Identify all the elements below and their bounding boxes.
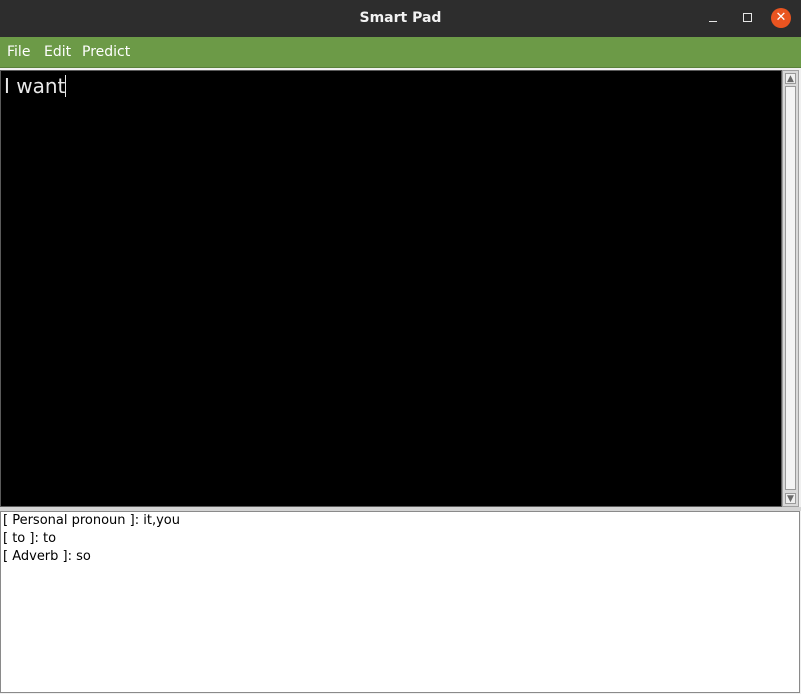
- scroll-down-arrow-icon[interactable]: ▼: [785, 493, 796, 504]
- editor-scrollbar[interactable]: ▲ ▼: [782, 70, 799, 507]
- menu-file[interactable]: File: [7, 37, 30, 67]
- menu-edit[interactable]: Edit: [44, 37, 71, 67]
- scroll-up-arrow-icon[interactable]: ▲: [785, 73, 796, 84]
- prediction-panel: [ Personal pronoun ]: it,you [ to ]: to …: [0, 511, 800, 693]
- editor-content: I want: [4, 73, 67, 99]
- text-editor[interactable]: I want: [0, 70, 782, 507]
- minimize-icon: [709, 21, 717, 22]
- scroll-thumb[interactable]: [785, 86, 796, 490]
- title-bar[interactable]: Smart Pad ✕: [0, 0, 801, 37]
- editor-text: I want: [4, 74, 66, 98]
- close-icon: ✕: [775, 10, 787, 25]
- text-caret: [65, 75, 67, 97]
- maximize-icon: [742, 13, 752, 22]
- prediction-line: [ Personal pronoun ]: it,you: [3, 513, 180, 528]
- menu-bar: File Edit Predict: [0, 37, 801, 68]
- maximize-button[interactable]: [737, 8, 757, 28]
- close-button[interactable]: ✕: [771, 8, 791, 28]
- prediction-line: [ Adverb ]: so: [3, 549, 91, 564]
- minimize-button[interactable]: [703, 8, 723, 28]
- window-title: Smart Pad: [359, 10, 442, 26]
- smart-pad-window: Smart Pad ✕ File Edit Predict I want ▲ ▼…: [0, 0, 801, 694]
- prediction-line: [ to ]: to: [3, 531, 57, 546]
- menu-predict[interactable]: Predict: [82, 37, 130, 67]
